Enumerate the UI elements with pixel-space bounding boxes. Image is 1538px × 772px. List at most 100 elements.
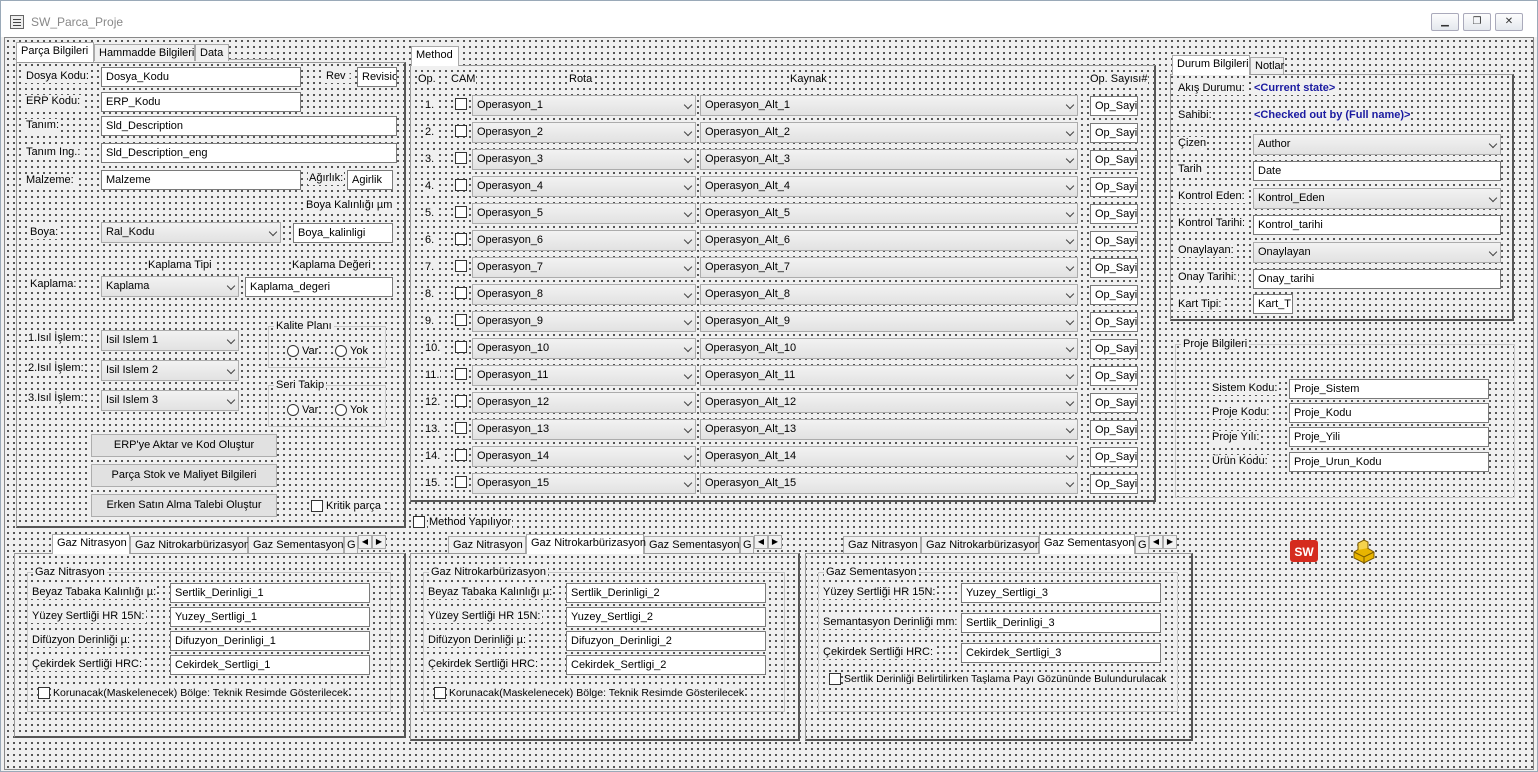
rota-combo[interactable]: Operasyon_4 bbox=[472, 176, 696, 197]
op-sayi-field[interactable]: Op_Sayi bbox=[1090, 366, 1138, 386]
tab-gaz-more[interactable]: G bbox=[344, 536, 358, 553]
cizen-combo[interactable]: Author bbox=[1253, 134, 1501, 155]
kaynak-combo[interactable]: Operasyon_Alt_1 bbox=[700, 95, 1078, 116]
cam-checkbox[interactable] bbox=[455, 98, 467, 110]
op-sayi-field[interactable]: Op_Sayi bbox=[1090, 231, 1138, 251]
erken-satin-alma-button[interactable]: Erken Satın Alma Talebi Oluştur bbox=[91, 494, 277, 517]
gaz2-field[interactable]: Difuzyon_Derinligi_2 bbox=[566, 631, 766, 651]
rev-field[interactable]: Revisio bbox=[357, 67, 397, 87]
gaz1-checkbox[interactable] bbox=[38, 687, 50, 699]
rota-combo[interactable]: Operasyon_3 bbox=[472, 149, 696, 170]
rota-combo[interactable]: Operasyon_15 bbox=[472, 473, 696, 494]
seri-var-radio[interactable] bbox=[287, 404, 299, 416]
tab-gaz-more[interactable]: G bbox=[1135, 536, 1149, 553]
boya-combo[interactable]: Ral_Kodu bbox=[101, 222, 281, 243]
kaynak-combo[interactable]: Operasyon_Alt_8 bbox=[700, 284, 1078, 305]
gaz3-field[interactable]: Sertlik_Derinligi_3 bbox=[961, 613, 1161, 633]
proje-yili-field[interactable]: Proje_Yili bbox=[1289, 427, 1489, 447]
erp-aktar-button[interactable]: ERP'ye Aktar ve Kod Oluştur bbox=[91, 434, 277, 457]
tab-parca-bilgileri[interactable]: Parça Bilgileri bbox=[16, 42, 94, 62]
rota-combo[interactable]: Operasyon_10 bbox=[472, 338, 696, 359]
op-sayi-field[interactable]: Op_Sayi bbox=[1090, 393, 1138, 413]
tab-gaz-sementasyon[interactable]: Gaz Sementasyon bbox=[248, 536, 344, 553]
op-sayi-field[interactable]: Op_Sayi bbox=[1090, 474, 1138, 494]
tab-gaz-sementasyon[interactable]: Gaz Sementasyon bbox=[1039, 534, 1135, 554]
op-sayi-field[interactable]: Op_Sayi bbox=[1090, 339, 1138, 359]
kaynak-combo[interactable]: Operasyon_Alt_7 bbox=[700, 257, 1078, 278]
kaynak-combo[interactable]: Operasyon_Alt_3 bbox=[700, 149, 1078, 170]
minimize-button[interactable]: ▁ bbox=[1431, 13, 1459, 31]
cam-checkbox[interactable] bbox=[455, 368, 467, 380]
cam-checkbox[interactable] bbox=[455, 422, 467, 434]
close-button[interactable]: ✕ bbox=[1495, 13, 1523, 31]
tab-hammadde-bilgileri[interactable]: Hammadde Bilgileri bbox=[94, 44, 195, 61]
urun-kodu-field[interactable]: Proje_Urun_Kodu bbox=[1289, 452, 1489, 472]
kalite-yok-radio[interactable] bbox=[335, 345, 347, 357]
kaynak-combo[interactable]: Operasyon_Alt_5 bbox=[700, 203, 1078, 224]
malzeme-field[interactable]: Malzeme bbox=[101, 170, 301, 190]
solidworks-icon[interactable]: SW bbox=[1289, 538, 1319, 564]
cam-checkbox[interactable] bbox=[455, 287, 467, 299]
kaynak-combo[interactable]: Operasyon_Alt_9 bbox=[700, 311, 1078, 332]
tab-scroll-left-icon[interactable]: ◀ bbox=[754, 535, 768, 549]
gaz1-field[interactable]: Yuzey_Sertligi_1 bbox=[170, 607, 370, 627]
proje-kodu-field[interactable]: Proje_Kodu bbox=[1289, 403, 1489, 423]
onaylayan-combo[interactable]: Onaylayan bbox=[1253, 242, 1501, 263]
kalite-var-radio[interactable] bbox=[287, 345, 299, 357]
kaynak-combo[interactable]: Operasyon_Alt_11 bbox=[700, 365, 1078, 386]
gaz1-field[interactable]: Difuzyon_Derinligi_1 bbox=[170, 631, 370, 651]
cam-checkbox[interactable] bbox=[455, 314, 467, 326]
rota-combo[interactable]: Operasyon_13 bbox=[472, 419, 696, 440]
op-sayi-field[interactable]: Op_Sayi bbox=[1090, 312, 1138, 332]
cam-checkbox[interactable] bbox=[455, 233, 467, 245]
cam-checkbox[interactable] bbox=[455, 260, 467, 272]
rota-combo[interactable]: Operasyon_6 bbox=[472, 230, 696, 251]
op-sayi-field[interactable]: Op_Sayi bbox=[1090, 204, 1138, 224]
cam-checkbox[interactable] bbox=[455, 206, 467, 218]
cam-checkbox[interactable] bbox=[455, 395, 467, 407]
tanim-ing-field[interactable]: Sld_Description_eng bbox=[101, 143, 397, 163]
op-sayi-field[interactable]: Op_Sayi bbox=[1090, 96, 1138, 116]
erp-kodu-field[interactable]: ERP_Kodu bbox=[101, 92, 301, 112]
kontrol-eden-combo[interactable]: Kontrol_Eden bbox=[1253, 188, 1501, 209]
op-sayi-field[interactable]: Op_Sayi bbox=[1090, 285, 1138, 305]
onay-tarihi-field[interactable]: Onay_tarihi bbox=[1253, 269, 1501, 289]
tab-gaz-more[interactable]: G bbox=[740, 536, 754, 553]
tab-scroll-left-icon[interactable]: ◀ bbox=[358, 535, 372, 549]
op-sayi-field[interactable]: Op_Sayi bbox=[1090, 177, 1138, 197]
rota-combo[interactable]: Operasyon_12 bbox=[472, 392, 696, 413]
kart-tipi-field[interactable]: Kart_T bbox=[1253, 294, 1293, 314]
rota-combo[interactable]: Operasyon_14 bbox=[472, 446, 696, 467]
tab-gaz-nitrasyon[interactable]: Gaz Nitrasyon bbox=[52, 534, 130, 554]
tab-gaz-nitrokarb[interactable]: Gaz Nitrokarbürizasyon bbox=[921, 536, 1041, 553]
op-sayi-field[interactable]: Op_Sayi bbox=[1090, 420, 1138, 440]
cam-checkbox[interactable] bbox=[455, 125, 467, 137]
stok-maliyet-button[interactable]: Parça Stok ve Maliyet Bilgileri bbox=[91, 464, 277, 487]
rota-combo[interactable]: Operasyon_5 bbox=[472, 203, 696, 224]
gaz3-checkbox[interactable] bbox=[829, 673, 841, 685]
gaz1-field[interactable]: Cekirdek_Sertligi_1 bbox=[170, 655, 370, 675]
gaz2-field[interactable]: Cekirdek_Sertligi_2 bbox=[566, 655, 766, 675]
part-icon[interactable] bbox=[1350, 538, 1378, 564]
rota-combo[interactable]: Operasyon_9 bbox=[472, 311, 696, 332]
rota-combo[interactable]: Operasyon_1 bbox=[472, 95, 696, 116]
kaynak-combo[interactable]: Operasyon_Alt_14 bbox=[700, 446, 1078, 467]
kaynak-combo[interactable]: Operasyon_Alt_10 bbox=[700, 338, 1078, 359]
kaplama-combo[interactable]: Kaplama bbox=[101, 276, 239, 297]
tab-scroll-right-icon[interactable]: ▶ bbox=[372, 535, 386, 549]
kaynak-combo[interactable]: Operasyon_Alt_12 bbox=[700, 392, 1078, 413]
op-sayi-field[interactable]: Op_Sayi bbox=[1090, 258, 1138, 278]
op-sayi-field[interactable]: Op_Sayi bbox=[1090, 447, 1138, 467]
kaynak-combo[interactable]: Operasyon_Alt_4 bbox=[700, 176, 1078, 197]
rota-combo[interactable]: Operasyon_8 bbox=[472, 284, 696, 305]
kritik-parca-checkbox[interactable] bbox=[311, 500, 323, 512]
gaz1-field[interactable]: Sertlik_Derinligi_1 bbox=[170, 583, 370, 603]
restore-button[interactable]: ❐ bbox=[1463, 13, 1491, 31]
gaz2-field[interactable]: Sertlik_Derinligi_2 bbox=[566, 583, 766, 603]
gaz3-field[interactable]: Cekirdek_Sertligi_3 bbox=[961, 643, 1161, 663]
tab-method[interactable]: Method bbox=[411, 46, 459, 66]
cam-checkbox[interactable] bbox=[455, 152, 467, 164]
tab-notlar[interactable]: Notlar bbox=[1250, 57, 1284, 74]
tab-scroll-right-icon[interactable]: ▶ bbox=[1163, 535, 1177, 549]
cam-checkbox[interactable] bbox=[455, 476, 467, 488]
